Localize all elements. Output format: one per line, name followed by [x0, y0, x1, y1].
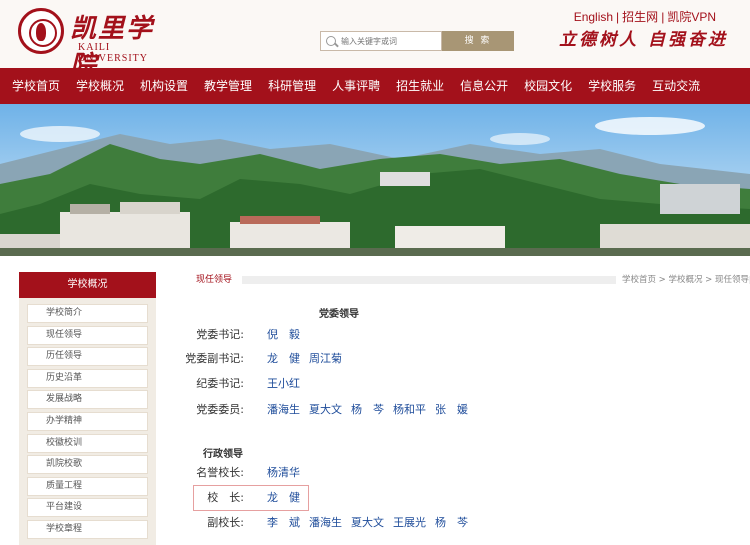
leader-name[interactable]: 杨 芩: [435, 516, 468, 529]
campus-banner-image: [0, 104, 750, 256]
university-seal-icon: [18, 8, 64, 54]
search-button[interactable]: 搜 索: [442, 31, 514, 51]
leader-name[interactable]: 潘海生: [267, 403, 300, 416]
leader-name[interactable]: 张 媛: [435, 403, 468, 416]
breadcrumb-path[interactable]: 学校首页 > 学校概况 > 现任领导: [615, 274, 749, 286]
nav-item-culture[interactable]: 校园文化: [516, 68, 580, 104]
leader-names: 倪 毅: [267, 327, 309, 343]
sidebar-item-anthem[interactable]: 凯院校歌: [27, 455, 148, 475]
sidebar-item-emblem-motto[interactable]: 校徽校训: [27, 433, 148, 453]
leader-name[interactable]: 夏大文: [351, 516, 384, 529]
leader-name[interactable]: 杨 芩: [351, 403, 384, 416]
divider-strip: [0, 256, 750, 270]
sidebar-item-former-leaders[interactable]: 历任领导: [27, 347, 148, 367]
top-links: English | 招生网 | 凯院VPN: [574, 8, 716, 25]
sidebar-item-history[interactable]: 历史沿革: [27, 368, 148, 388]
leader-names: 杨清华: [267, 465, 309, 481]
leader-names: 李 斌潘海生 夏大文 王展光杨 芩: [267, 515, 477, 531]
sidebar-title: 学校概况: [19, 272, 156, 298]
search-icon: [326, 36, 336, 46]
nav-item-disclosure[interactable]: 信息公开: [452, 68, 516, 104]
leader-name[interactable]: 杨和平: [393, 403, 426, 416]
role-label: 纪委书记:: [196, 377, 244, 390]
vpn-link[interactable]: 凯院VPN: [667, 10, 716, 24]
site-header: 凯里学院 KAILI UNIVERSITY 搜 索 English|招生网|凯院…: [0, 0, 750, 81]
sidebar-list: 学校简介 现任领导 历任领导 历史沿革 发展战略 办学精神 校徽校训 凯院校歌 …: [19, 298, 156, 539]
role-label: 副校长:: [207, 516, 244, 529]
leader-name[interactable]: 夏大文: [309, 403, 342, 416]
search-box: [320, 31, 442, 51]
link-separator: |: [616, 10, 620, 24]
nav-item-overview[interactable]: 学校概况: [68, 68, 132, 104]
role-label: 党委委员:: [196, 403, 244, 416]
leader-name[interactable]: 王小红: [267, 377, 300, 390]
leader-names: 龙 健: [267, 490, 309, 506]
link-separator: |: [661, 10, 665, 24]
leader-name[interactable]: 龙 健: [267, 352, 300, 365]
leader-name[interactable]: 潘海生: [309, 516, 342, 529]
leader-names: 龙 健周江菊: [267, 351, 351, 367]
leader-name[interactable]: 龙 健: [267, 491, 300, 504]
search-input[interactable]: [341, 34, 439, 48]
sidebar-item-strategy[interactable]: 发展战略: [27, 390, 148, 410]
admin-leadership-title: 行政领导: [203, 449, 243, 460]
university-logo[interactable]: 凯里学院 KAILI UNIVERSITY: [18, 6, 178, 81]
school-motto: 立德树人 自强奋进: [559, 30, 728, 50]
leader-name[interactable]: 杨清华: [267, 466, 300, 479]
role-label: 党委副书记:: [185, 352, 244, 365]
logo-english-name: KAILI UNIVERSITY: [78, 42, 148, 64]
current-section-label: 现任领导: [196, 275, 233, 285]
role-label: 党委书记:: [196, 328, 244, 341]
admissions-link[interactable]: 招生网: [622, 10, 658, 24]
nav-item-personnel[interactable]: 人事评聘: [324, 68, 388, 104]
sidebar: 学校概况 学校简介 现任领导 历任领导 历史沿革 发展战略 办学精神 校徽校训 …: [19, 272, 156, 545]
sidebar-item-current-leaders[interactable]: 现任领导: [27, 325, 148, 345]
leader-name[interactable]: 周江菊: [309, 352, 342, 365]
nav-item-home[interactable]: 学校首页: [0, 68, 68, 104]
nav-item-services[interactable]: 学校服务: [580, 68, 644, 104]
sidebar-item-intro[interactable]: 学校简介: [27, 304, 148, 323]
leader-name[interactable]: 李 斌: [267, 516, 300, 529]
role-label: 校 长:: [207, 491, 244, 504]
role-label: 名誉校长:: [196, 466, 244, 479]
main-nav: 学校首页 学校概况 机构设置 教学管理 科研管理 人事评聘 招生就业 信息公开 …: [0, 68, 750, 104]
nav-item-admissions[interactable]: 招生就业: [388, 68, 452, 104]
sidebar-item-spirit[interactable]: 办学精神: [27, 411, 148, 431]
leader-name[interactable]: 王展光: [393, 516, 426, 529]
leader-name[interactable]: 倪 毅: [267, 328, 300, 341]
sidebar-item-platforms[interactable]: 平台建设: [27, 498, 148, 518]
sidebar-item-quality[interactable]: 质量工程: [27, 476, 148, 496]
sidebar-item-charter[interactable]: 学校章程: [27, 519, 148, 539]
nav-item-teaching[interactable]: 教学管理: [196, 68, 260, 104]
nav-item-organization[interactable]: 机构设置: [132, 68, 196, 104]
leader-names: 潘海生 夏大文杨 芩杨和平张 媛: [267, 402, 477, 418]
leader-names: 王小红: [267, 376, 309, 392]
nav-item-research[interactable]: 科研管理: [260, 68, 324, 104]
breadcrumb: 现任领导 学校首页 > 学校概况 > 现任领导: [178, 274, 750, 286]
party-leadership-title: 党委领导: [319, 309, 359, 320]
nav-item-interaction[interactable]: 互动交流: [644, 68, 708, 104]
english-link[interactable]: English: [574, 10, 613, 24]
